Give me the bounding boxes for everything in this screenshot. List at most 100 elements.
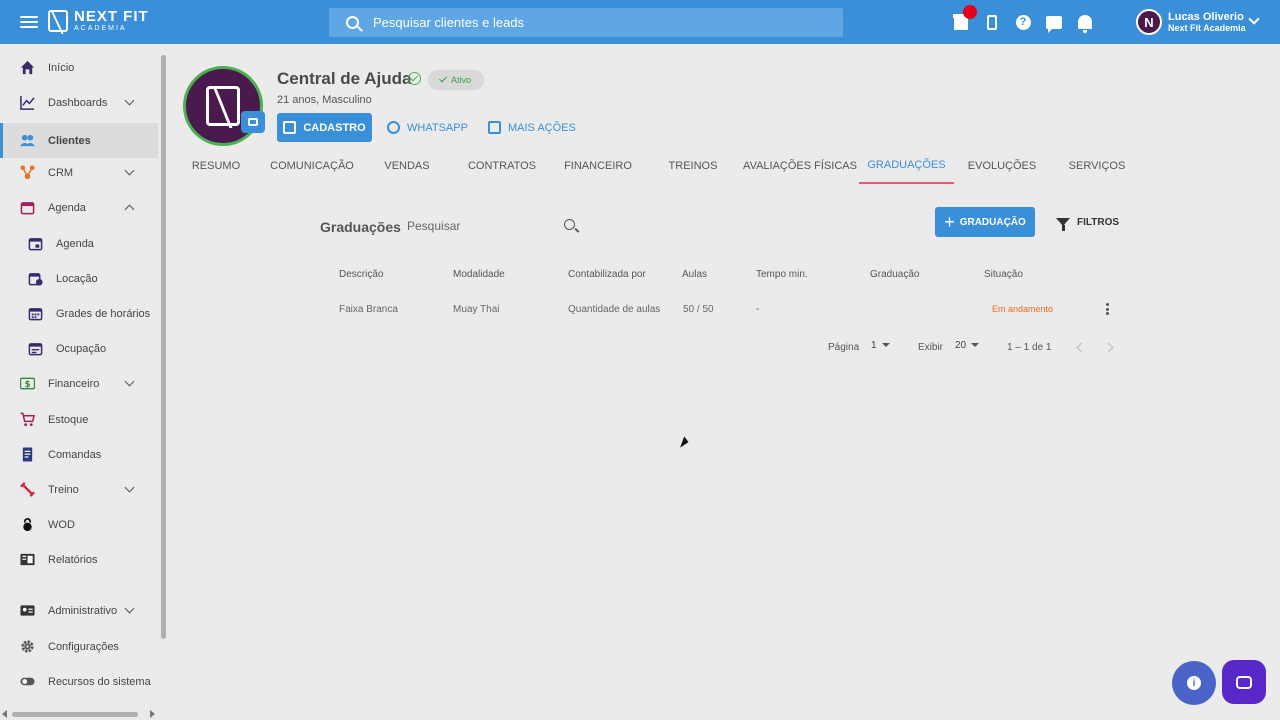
gift-icon[interactable] — [950, 5, 977, 33]
sidebar-item-recursos[interactable]: Recursos do sistema — [0, 664, 158, 699]
column-header[interactable]: Modalidade — [453, 269, 505, 280]
phone-icon[interactable] — [981, 11, 1003, 33]
tab-graduacoes[interactable]: GRADUAÇÕES — [859, 148, 954, 184]
calendar-grid-icon — [28, 308, 43, 321]
sidebar-item-wod[interactable]: WOD — [0, 507, 158, 542]
sidebar-item-comandas[interactable]: Comandas — [0, 437, 158, 472]
chat-fab[interactable] — [1222, 660, 1266, 704]
sidebar-item-label: Estoque — [48, 413, 89, 426]
logo-icon — [48, 9, 68, 32]
column-header[interactable]: Tempo min. — [756, 269, 808, 280]
id-card-icon — [20, 605, 35, 616]
column-header[interactable]: Graduação — [870, 269, 919, 280]
sidebar-item-agenda-sub[interactable]: Agenda — [0, 226, 158, 261]
sidebar-item-label: Agenda — [48, 201, 86, 214]
info-fab[interactable]: i — [1172, 661, 1216, 705]
sidebar-item-ocupacao[interactable]: Ocupação — [0, 331, 158, 366]
search-icon[interactable] — [564, 219, 575, 230]
tab-servicos[interactable]: SERVIÇOS — [1050, 148, 1144, 184]
sidebar-scrollbar[interactable] — [161, 55, 166, 639]
tab-vendas[interactable]: VENDAS — [360, 148, 454, 184]
column-header[interactable]: Descrição — [339, 269, 383, 280]
column-header[interactable]: Situação — [984, 269, 1023, 280]
page-range: 1 – 1 de 1 — [1007, 342, 1052, 353]
svg-text:$: $ — [25, 379, 31, 389]
sidebar-item-treino[interactable]: Treino — [0, 472, 158, 507]
user-menu[interactable]: N Lucas Oliverio Next Fit Academia — [1136, 9, 1260, 35]
chevron-down-icon — [124, 376, 135, 387]
camera-icon — [248, 118, 258, 126]
caret-down-icon — [971, 343, 980, 348]
page-select[interactable]: 1 — [871, 340, 890, 351]
brand-logo[interactable]: NEXT FIT ACADEMIA — [48, 9, 149, 32]
calendar-event-icon — [28, 238, 43, 251]
show-label: Exibir — [918, 342, 944, 353]
whatsapp-button[interactable]: WHATSAPP — [387, 113, 468, 142]
sidebar-item-relatorios[interactable]: Relatórios — [0, 542, 158, 577]
cell-contabilizada: Quantidade de aulas — [568, 304, 661, 315]
sidebar-item-clientes[interactable]: Clientes — [0, 123, 158, 158]
sidebar-item-financeiro[interactable]: $ Financeiro — [0, 366, 158, 401]
scroll-left-icon[interactable] — [2, 710, 7, 718]
crm-icon — [20, 165, 35, 180]
page-label: Página — [828, 342, 860, 353]
profile-avatar — [183, 66, 263, 146]
next-page-icon[interactable] — [1103, 342, 1114, 353]
check-icon — [439, 74, 447, 83]
tab-financeiro[interactable]: FINANCEIRO — [550, 148, 646, 184]
user-name: Lucas Oliverio — [1168, 10, 1244, 23]
per-page-select[interactable]: 20 — [955, 340, 980, 351]
sidebar-item-label: CRM — [48, 166, 74, 179]
sidebar-item-locacao[interactable]: Locação — [0, 261, 158, 296]
sidebar-item-grades[interactable]: Grades de horários — [0, 296, 158, 331]
tab-comunicacao[interactable]: COMUNICAÇÃO — [264, 148, 360, 184]
sidebar-item-label: Clientes — [48, 134, 91, 147]
mais-acoes-button[interactable]: MAIS AÇÕES — [488, 113, 576, 142]
column-header[interactable]: Contabilizada por — [568, 269, 646, 280]
prev-page-icon[interactable] — [1076, 342, 1087, 353]
camera-button[interactable] — [241, 111, 265, 133]
profile-tabs: RESUMO COMUNICAÇÃO VENDAS CONTRATOS FINA… — [168, 148, 1280, 184]
scroll-right-icon[interactable] — [150, 710, 155, 718]
tab-treinos[interactable]: TREINOS — [646, 148, 740, 184]
top-bar: NEXT FIT ACADEMIA ? N Lucas Oliverio Nex… — [0, 0, 1280, 44]
tab-evolucoes[interactable]: EVOLUÇÕES — [954, 148, 1050, 184]
menu-icon[interactable] — [20, 13, 38, 31]
sidebar-item-label: Financeiro — [48, 377, 100, 390]
sidebar-item-dashboards[interactable]: Dashboards — [0, 85, 158, 120]
cadastro-button[interactable]: CADASTRO — [277, 113, 372, 142]
sidebar-item-configuracoes[interactable]: Configurações — [0, 629, 158, 664]
sidebar-item-agenda[interactable]: Agenda — [0, 190, 158, 225]
filter-icon — [1056, 218, 1070, 231]
sidebar-item-label: Configurações — [48, 640, 119, 653]
sidebar-item-estoque[interactable]: Estoque — [0, 402, 158, 437]
calendar-clock-icon — [28, 273, 43, 286]
help-icon[interactable]: ? — [1012, 11, 1034, 33]
users-icon — [20, 134, 35, 147]
tab-resumo[interactable]: RESUMO — [168, 148, 264, 184]
sidebar-item-inicio[interactable]: Início — [0, 50, 158, 85]
user-org: Next Fit Academia — [1168, 23, 1246, 34]
brand-subname: ACADEMIA — [74, 25, 127, 32]
horizontal-scrollbar[interactable] — [12, 712, 138, 717]
filtros-button[interactable]: FILTROS — [1056, 207, 1119, 237]
graduacoes-search-input[interactable] — [407, 216, 557, 236]
gear-icon — [21, 640, 34, 653]
mouse-cursor — [680, 436, 690, 450]
add-graduacao-button[interactable]: + GRADUAÇÃO — [935, 207, 1035, 237]
global-search — [329, 8, 843, 37]
search-input[interactable] — [373, 15, 813, 30]
sidebar-item-label: Início — [48, 61, 75, 74]
calendar-list-icon — [28, 343, 43, 356]
profile-subtitle: 21 anos, Masculino — [277, 94, 372, 106]
sidebar-item-administrativo[interactable]: Administrativo — [0, 593, 158, 628]
sidebar-item-crm[interactable]: CRM — [0, 155, 158, 190]
tab-avaliacoes[interactable]: AVALIAÇÕES FÍSICAS — [740, 148, 860, 184]
chat-icon[interactable] — [1043, 11, 1065, 33]
column-header[interactable]: Aulas — [682, 269, 707, 280]
tab-contratos[interactable]: CONTRATOS — [454, 148, 550, 184]
status-badge: Ativo — [428, 70, 484, 90]
notification-dot — [963, 5, 977, 19]
more-options-icon[interactable] — [1106, 303, 1109, 315]
bell-icon[interactable] — [1074, 11, 1096, 33]
